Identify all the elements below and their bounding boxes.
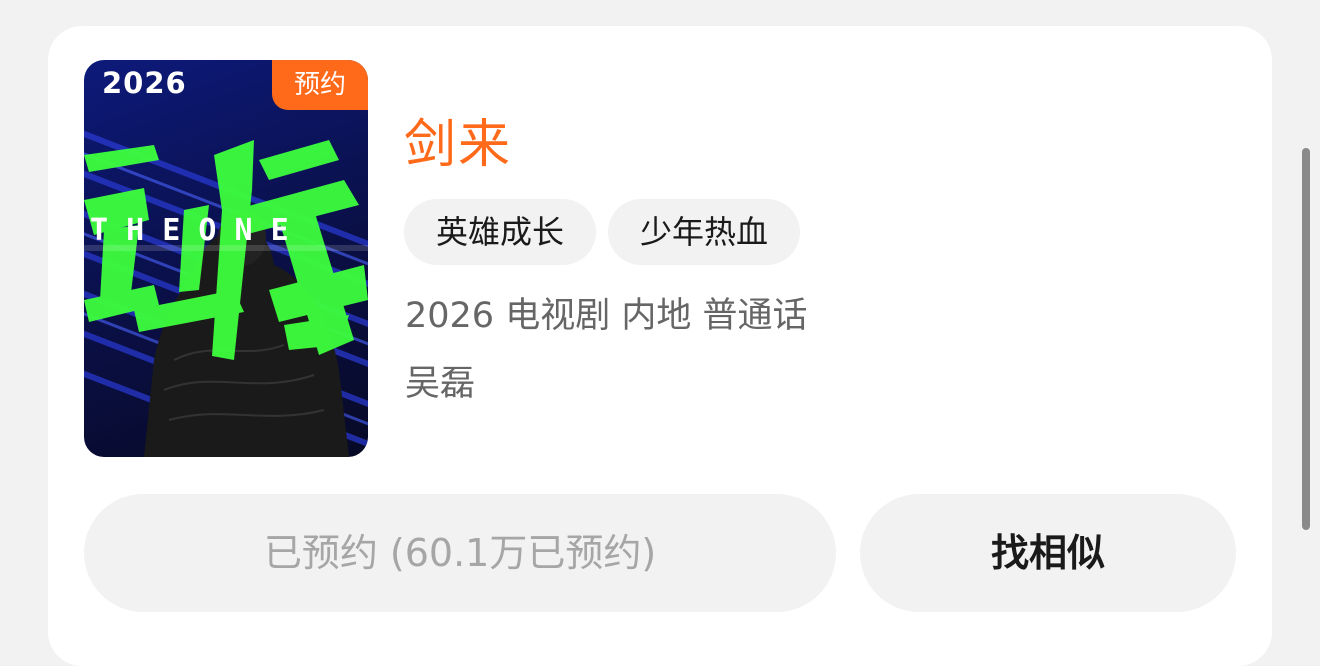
tag-chip[interactable]: 少年热血 [608,199,800,265]
tag-chip[interactable]: 英雄成长 [404,199,596,265]
find-similar-button[interactable]: 找相似 [860,494,1236,612]
show-title[interactable]: 剑来 [404,112,512,178]
poster-image[interactable]: T H E O N E 2026 预约 [84,60,368,457]
poster-year-label: 2026 [102,66,187,100]
poster-artwork: T H E O N E [84,130,368,457]
show-meta-info: 2026 电视剧 内地 普通话 [405,296,808,336]
scrollbar[interactable] [1302,148,1310,530]
reserved-button[interactable]: 已预约 (60.1万已预约) [84,494,836,612]
reservation-badge: 预约 [272,60,368,110]
actor-name: 吴磊 [405,364,476,404]
poster-overlay-text: T H E O N E [90,213,289,248]
